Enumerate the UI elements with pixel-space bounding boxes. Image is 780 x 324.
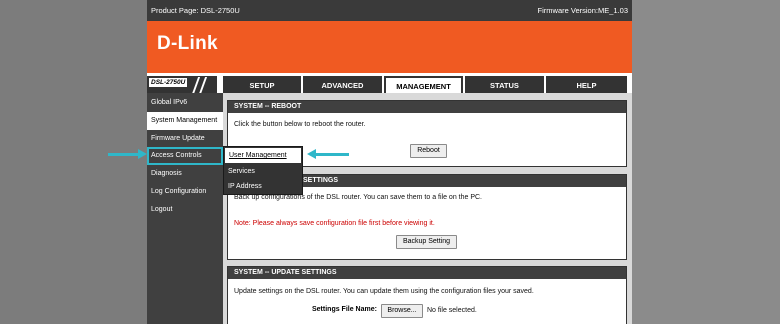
sidebar-item-access-controls[interactable]: Access Controls xyxy=(147,147,223,165)
update-panel-title: SYSTEM -- UPDATE SETTINGS xyxy=(228,267,626,279)
tab-help[interactable]: HELP xyxy=(546,76,627,93)
sidebar-item-global-ipv6[interactable]: Global IPv6 xyxy=(147,94,223,112)
backup-note: Note: Please always save configuration f… xyxy=(234,220,435,227)
nav-row: DSL-2750U SETUP ADVANCED MANAGEMENT STAT… xyxy=(147,73,632,94)
reboot-panel-title: SYSTEM -- REBOOT xyxy=(228,101,626,113)
sidebar-item-logout[interactable]: Logout xyxy=(147,201,223,219)
update-panel: SYSTEM -- UPDATE SETTINGS Update setting… xyxy=(227,266,627,324)
annotation-arrow-left xyxy=(108,153,138,156)
sidebar-item-diagnosis[interactable]: Diagnosis xyxy=(147,165,223,183)
router-frame: Product Page: DSL-2750U Firmware Version… xyxy=(147,0,632,324)
browse-button[interactable]: Browse... xyxy=(381,304,423,318)
tab-management[interactable]: MANAGEMENT xyxy=(384,76,463,93)
backup-setting-button[interactable]: Backup Setting xyxy=(396,235,457,249)
separator-slash xyxy=(198,77,208,94)
product-page-label: Product Page: DSL-2750U xyxy=(151,6,240,15)
sidebar-item-firmware-update[interactable]: Firmware Update xyxy=(147,130,223,148)
model-text: DSL-2750U xyxy=(149,78,188,87)
tab-advanced[interactable]: ADVANCED xyxy=(303,76,382,93)
file-status-text: No file selected. xyxy=(427,307,477,314)
annotation-arrow-left-head xyxy=(138,149,147,159)
top-bar: Product Page: DSL-2750U Firmware Version… xyxy=(147,0,632,21)
sidebar-item-system-management[interactable]: System Management xyxy=(147,112,223,130)
annotation-arrow-right xyxy=(316,153,349,156)
submenu-item-services[interactable]: Services xyxy=(224,164,302,179)
tab-setup[interactable]: SETUP xyxy=(223,76,301,93)
right-margin xyxy=(632,0,780,324)
brand-banner: D-Link xyxy=(147,21,632,73)
firmware-version-label: Firmware Version:ME_1.03 xyxy=(537,6,628,15)
backup-description: Back up configurations of the DSL router… xyxy=(234,194,483,201)
reboot-button[interactable]: Reboot xyxy=(410,144,447,158)
submenu-item-user-management[interactable]: User Management xyxy=(225,148,301,163)
sidebar: Global IPv6 System Management Firmware U… xyxy=(147,93,223,324)
annotation-arrow-right-head xyxy=(307,149,316,159)
dlink-logo: D-Link xyxy=(157,33,218,54)
access-controls-submenu: User Management Services IP Address xyxy=(223,146,303,195)
update-description: Update settings on the DSL router. You c… xyxy=(234,288,534,295)
submenu-item-ip-address[interactable]: IP Address xyxy=(224,179,302,194)
sidebar-item-log-configuration[interactable]: Log Configuration xyxy=(147,183,223,201)
reboot-description: Click the button below to reboot the rou… xyxy=(234,121,366,128)
settings-file-label: Settings File Name: xyxy=(312,306,377,313)
tab-status[interactable]: STATUS xyxy=(465,76,544,93)
model-label: DSL-2750U xyxy=(147,76,217,94)
